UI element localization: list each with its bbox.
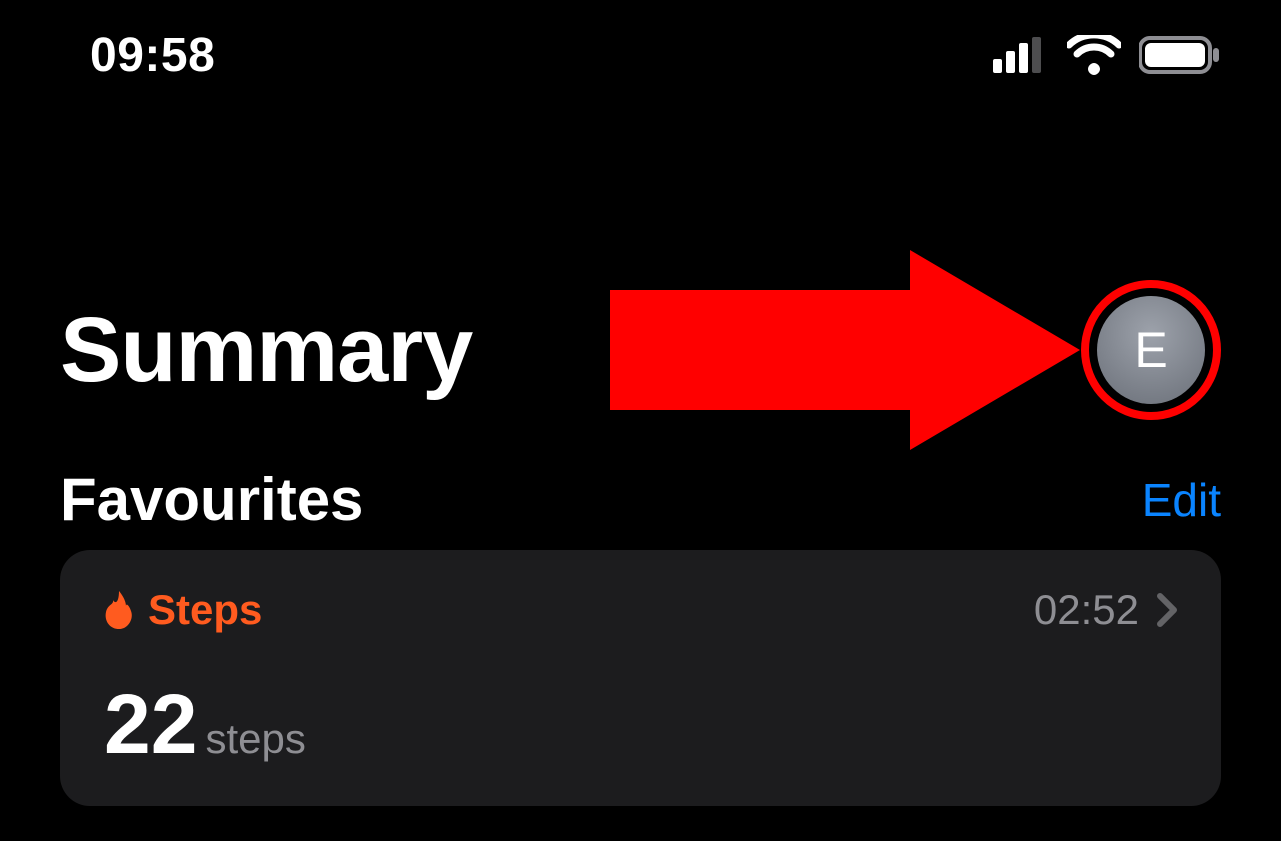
battery-icon: [1139, 35, 1221, 75]
card-value-row: 22 steps: [104, 682, 1177, 766]
card-unit: steps: [205, 715, 305, 763]
chevron-right-icon: [1157, 593, 1177, 627]
favourites-title: Favourites: [60, 465, 363, 534]
flame-icon: [104, 591, 134, 629]
cellular-icon: [993, 37, 1049, 73]
card-header-left: Steps: [104, 586, 262, 634]
edit-button[interactable]: Edit: [1142, 473, 1221, 527]
profile-avatar-highlight: E: [1081, 280, 1221, 420]
card-timestamp: 02:52: [1034, 586, 1139, 634]
wifi-icon: [1067, 35, 1121, 75]
steps-card[interactable]: Steps 02:52 22 steps: [60, 550, 1221, 806]
status-icons: [993, 35, 1221, 75]
card-header: Steps 02:52: [104, 586, 1177, 634]
status-time: 09:58: [90, 28, 215, 83]
status-bar: 09:58: [0, 0, 1281, 110]
annotation-circle: [1081, 280, 1221, 420]
title-row: Summary E: [60, 280, 1221, 420]
favourites-header: Favourites Edit: [60, 465, 1221, 534]
card-value: 22: [104, 682, 197, 766]
card-header-right: 02:52: [1034, 586, 1177, 634]
page-title: Summary: [60, 298, 472, 403]
card-label: Steps: [148, 586, 262, 634]
